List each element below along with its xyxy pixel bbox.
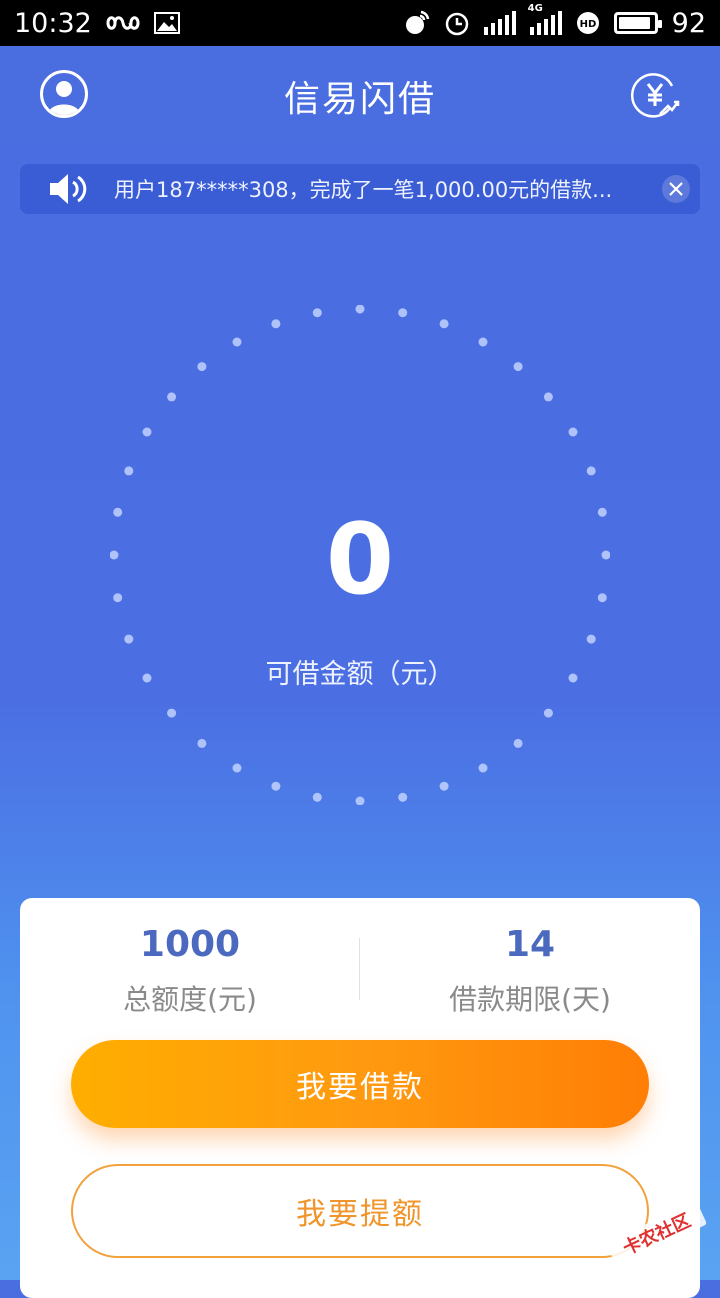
raise-limit-button[interactable]: 我要提额 xyxy=(71,1164,649,1258)
svg-text:HD: HD xyxy=(579,19,596,30)
dial-dot xyxy=(355,305,365,314)
loan-term-value: 14 xyxy=(504,924,556,965)
satellite-icon xyxy=(405,10,429,34)
dial-dot xyxy=(439,319,449,329)
infinity-icon xyxy=(106,16,140,30)
dial-dot xyxy=(312,308,322,318)
dial-dot xyxy=(478,337,488,347)
total-limit-value: 1000 xyxy=(139,924,241,965)
status-time: 10:32 xyxy=(14,7,92,39)
dial-dot xyxy=(398,308,408,318)
signal-4g-icon: 4G xyxy=(528,3,562,35)
dial-dot xyxy=(124,466,134,476)
battery-icon xyxy=(613,12,662,34)
dial-dot xyxy=(543,392,553,402)
alarm-icon xyxy=(445,12,468,36)
signal-icon xyxy=(483,11,516,35)
loan-term-label: 借款期限(天) xyxy=(449,983,611,1016)
dial-dot xyxy=(586,466,596,476)
network-type: 4G xyxy=(527,3,543,14)
available-amount-label: 可借金额（元） xyxy=(265,659,455,690)
available-amount: 0 xyxy=(325,503,395,617)
loan-card: 1000 总额度(元) 14 借款期限(天) 我要借款 我要提额 xyxy=(20,898,700,1298)
dial-dot xyxy=(513,362,523,372)
speaker-icon xyxy=(50,174,87,204)
notice-banner[interactable]: 用户187*****308，完成了一笔1,000.00元的借款... xyxy=(20,164,700,214)
dial-dot xyxy=(124,634,134,644)
dial-dot xyxy=(478,763,488,773)
dial-dot xyxy=(398,792,408,802)
dial-dot xyxy=(142,427,152,437)
dial-dot xyxy=(568,427,578,437)
dial-dot xyxy=(197,738,207,748)
loan-term-stat: 14 借款期限(天) xyxy=(360,920,700,1018)
dial-dot xyxy=(312,792,322,802)
hd-icon: HD xyxy=(576,12,599,34)
dial-dot xyxy=(232,763,242,773)
dial-dot xyxy=(167,392,177,402)
dial-dot xyxy=(232,337,242,347)
battery-fill xyxy=(618,17,650,29)
app-header: 信易闪借 xyxy=(0,46,720,146)
user-icon xyxy=(48,81,80,115)
dial-dot xyxy=(439,781,449,791)
total-limit-stat: 1000 总额度(元) xyxy=(20,920,360,1018)
dial-dot xyxy=(167,708,177,718)
dial-dot xyxy=(197,362,207,372)
borrow-button[interactable]: 我要借款 xyxy=(71,1040,649,1128)
notice-text: 用户187*****308，完成了一笔1,000.00元的借款... xyxy=(114,178,613,202)
dial-dot xyxy=(355,796,365,805)
notice-close-button[interactable] xyxy=(662,175,690,203)
yuan-growth-icon[interactable] xyxy=(630,70,680,120)
watermark-logo: 卡农社区 xyxy=(606,1205,707,1260)
dial-dot xyxy=(513,738,523,748)
status-bar: 10:32 4G HD 92 xyxy=(0,0,720,46)
user-profile-button[interactable] xyxy=(40,70,88,118)
close-icon xyxy=(669,182,683,196)
dial-dot xyxy=(271,319,281,329)
page-title: 信易闪借 xyxy=(283,79,436,120)
dial-dot xyxy=(271,781,281,791)
total-limit-label: 总额度(元) xyxy=(123,983,257,1016)
dial-dot xyxy=(543,708,553,718)
image-icon xyxy=(153,12,180,34)
dial-dot xyxy=(586,634,596,644)
battery-level: 92 xyxy=(671,7,706,39)
